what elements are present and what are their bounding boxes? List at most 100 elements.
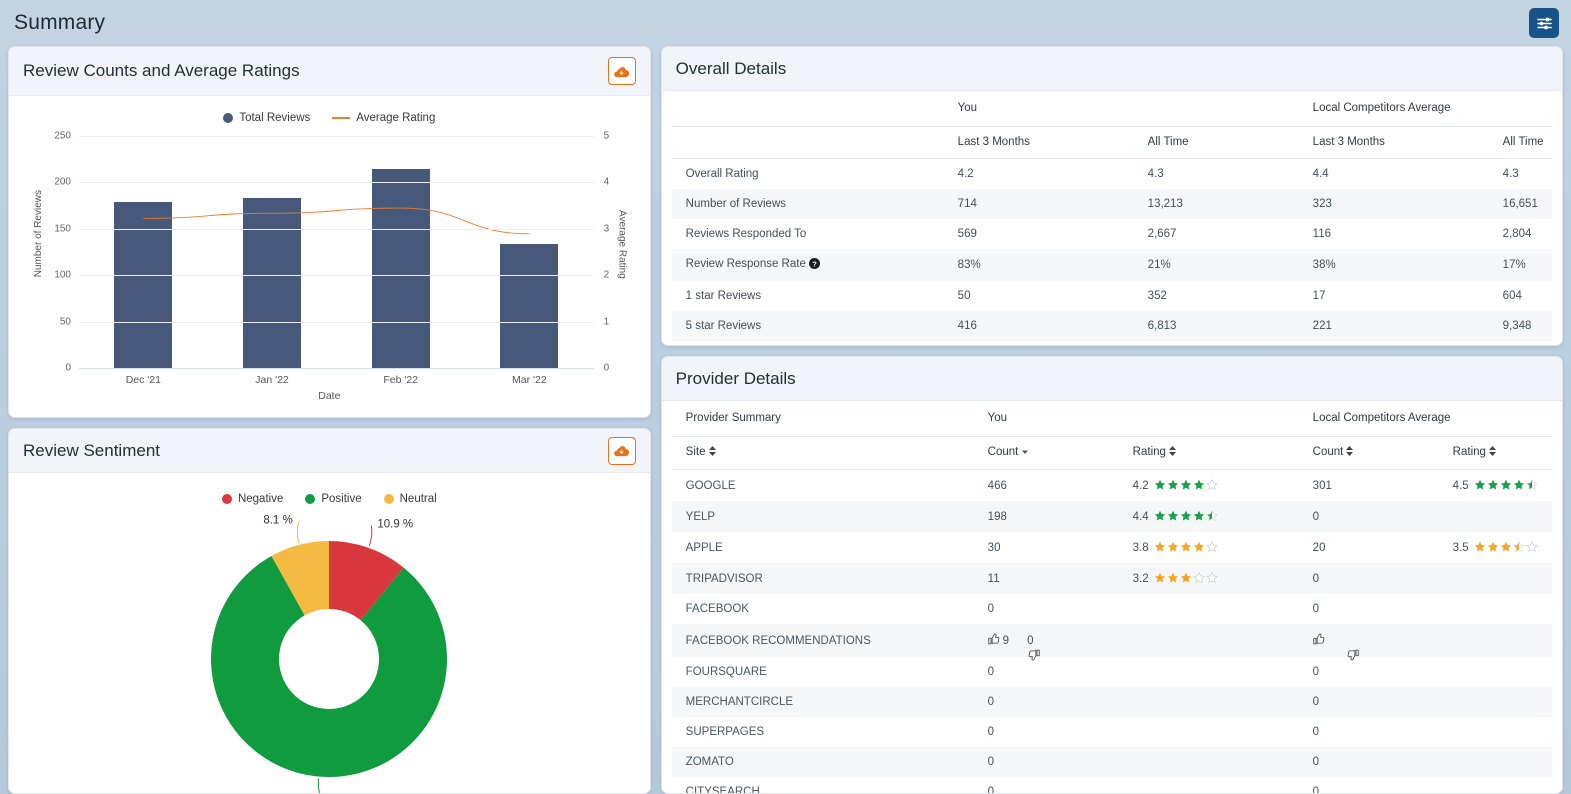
card-review-sentiment: Review Sentiment Negative Positive Neutral… [8,428,651,794]
sort-both-icon[interactable] [1346,446,1354,459]
y-axis-tick: 100 [54,269,71,281]
provider-name: APPLE [685,541,723,554]
y-axis-label: Number of Reviews [33,190,44,278]
sort-both-icon[interactable] [1488,446,1496,459]
star-icon [1205,541,1218,553]
you-rating [1127,747,1307,777]
table-row: GOOGLE 466 4.2 301 4.5 [672,470,1552,502]
you-count: 0 [987,726,995,738]
donut-value-label: 8.1 % [264,515,293,527]
help-icon[interactable]: ? [808,258,820,272]
you-rating [1127,777,1307,793]
you-rating [1127,657,1307,687]
you-count: 0 [987,696,995,708]
legend-dot-icon [383,494,394,504]
y2-axis-tick: 1 [603,316,610,328]
table-row: FACEBOOK 0 0 [672,594,1552,624]
thumbs-group [1313,633,1359,661]
download-review-sentiment-button[interactable] [607,436,636,465]
column-header-label: Site [685,446,706,458]
provider-name: GOOGLE [685,479,736,492]
table-cell: 604 [1502,290,1522,302]
competitor-count: 0 [1312,726,1320,738]
you-rating: 3.8 [1127,532,1307,563]
cloud-download-icon [614,446,630,457]
competitor-count: 0 [1312,603,1320,615]
sort-both-icon[interactable] [708,446,716,459]
table-cell: 16,651 [1502,198,1538,210]
card-overall-details: Overall Details You Local Competitors Ave… [660,46,1563,346]
thumbs-group: 90 [988,633,1040,661]
column-header-cell: Last 3 Months [951,126,1142,159]
row-label: Review Response Rate? [672,249,952,281]
competitor-recommendations [1307,624,1552,661]
provider-name: FACEBOOK RECOMMENDATIONS [685,634,871,647]
group-header-cell: Local Competitors Average [1306,403,1552,437]
you-count: 30 [987,541,1001,554]
donut-svg: 10.9 %81.0 %8.1 % [211,515,448,793]
download-review-counts-button[interactable] [607,57,636,85]
rating-value: 3.8 [1132,542,1149,554]
table-cell: 83% [957,259,981,271]
star-icon [1192,572,1205,584]
star-icon [1525,541,1538,553]
row-label: Overall Rating [685,168,759,180]
table-row: 1 star Reviews 50 352 17 604 [672,281,1552,311]
column-header-rating-4[interactable]: Rating [1446,436,1552,470]
provider-name: ZOMATO [685,756,734,768]
star-icon [1180,541,1191,552]
provider-name: TRIPADVISOR [685,572,763,585]
column-header-cell: Last 3 Months [1306,126,1497,159]
star-icon [1205,479,1218,491]
column-header-rating-2[interactable]: Rating [1126,436,1307,470]
star-icon [1167,510,1178,521]
legend-dot-icon [223,113,234,123]
table-row: SUPERPAGES 0 0 [672,717,1552,747]
table-cell: 221 [1312,320,1332,332]
card-title-overall-details: Overall Details [675,58,787,78]
legend-item-neutral: Neutral [383,493,437,505]
column-header-site-0[interactable]: Site [671,436,982,470]
right-column: Overall Details You Local Competitors Ave… [660,46,1563,794]
star-icon [1193,541,1204,552]
thumbs-down-icon [1012,633,1040,661]
donut-leader-line [318,778,321,793]
you-rating [1127,687,1307,717]
group-header-cell: You [951,93,1307,127]
overall-details-table: You Local Competitors Average Last 3 Mont… [671,93,1552,341]
group-header-cell: You [981,403,1307,437]
column-header-count-1[interactable]: Count [981,436,1127,470]
column-header-count-3[interactable]: Count [1306,436,1447,470]
legend-item-total-reviews: Total Reviews [223,112,310,124]
sort-both-icon[interactable] [1168,446,1176,459]
you-rating: 3.2 [1127,563,1307,594]
star-icon [1193,510,1204,521]
legend-item-average-rating: Average Rating [332,112,435,124]
filter-menu-button[interactable] [1529,8,1559,38]
provider-name: CITYSEARCH [685,786,760,793]
column-header-label: Count [1312,446,1344,458]
legend-label: Average Rating [356,112,436,124]
star-icon [1167,572,1178,583]
rating-value: 4.5 [1452,480,1469,492]
star-icon [1167,479,1178,490]
table-cell: 4.3 [1147,168,1164,180]
star-icon [1513,479,1524,490]
table-row: Reviews Responded To 569 2,667 116 2,804 [672,219,1552,249]
table-row: MERCHANTCIRCLE 0 0 [671,687,1552,717]
sort-desc-icon[interactable] [1021,447,1029,459]
card-header: Provider Details [661,357,1562,401]
donut-legend: Negative Positive Neutral [19,479,640,509]
star-rating [1154,572,1218,584]
bar-chart: Number of Reviews Average Rating 0 50 100 1… [23,130,636,403]
rating-value: 4.4 [1132,511,1149,523]
gridline [79,368,594,369]
provider-details-table: Provider Summary You Local Competitors Ave… [671,403,1552,793]
bar-chart-legend: Total Reviews Average Rating [19,102,640,130]
competitor-rating [1447,717,1552,747]
thumbs-up-icon [988,633,1000,648]
x-axis-ticks: Dec '21 Jan '22 Feb '22 Mar '22 [79,374,594,386]
column-header-cell [671,126,952,159]
table-row: Number of Reviews 714 13,213 323 16,651 [671,189,1552,219]
competitor-count: 0 [1312,510,1320,523]
